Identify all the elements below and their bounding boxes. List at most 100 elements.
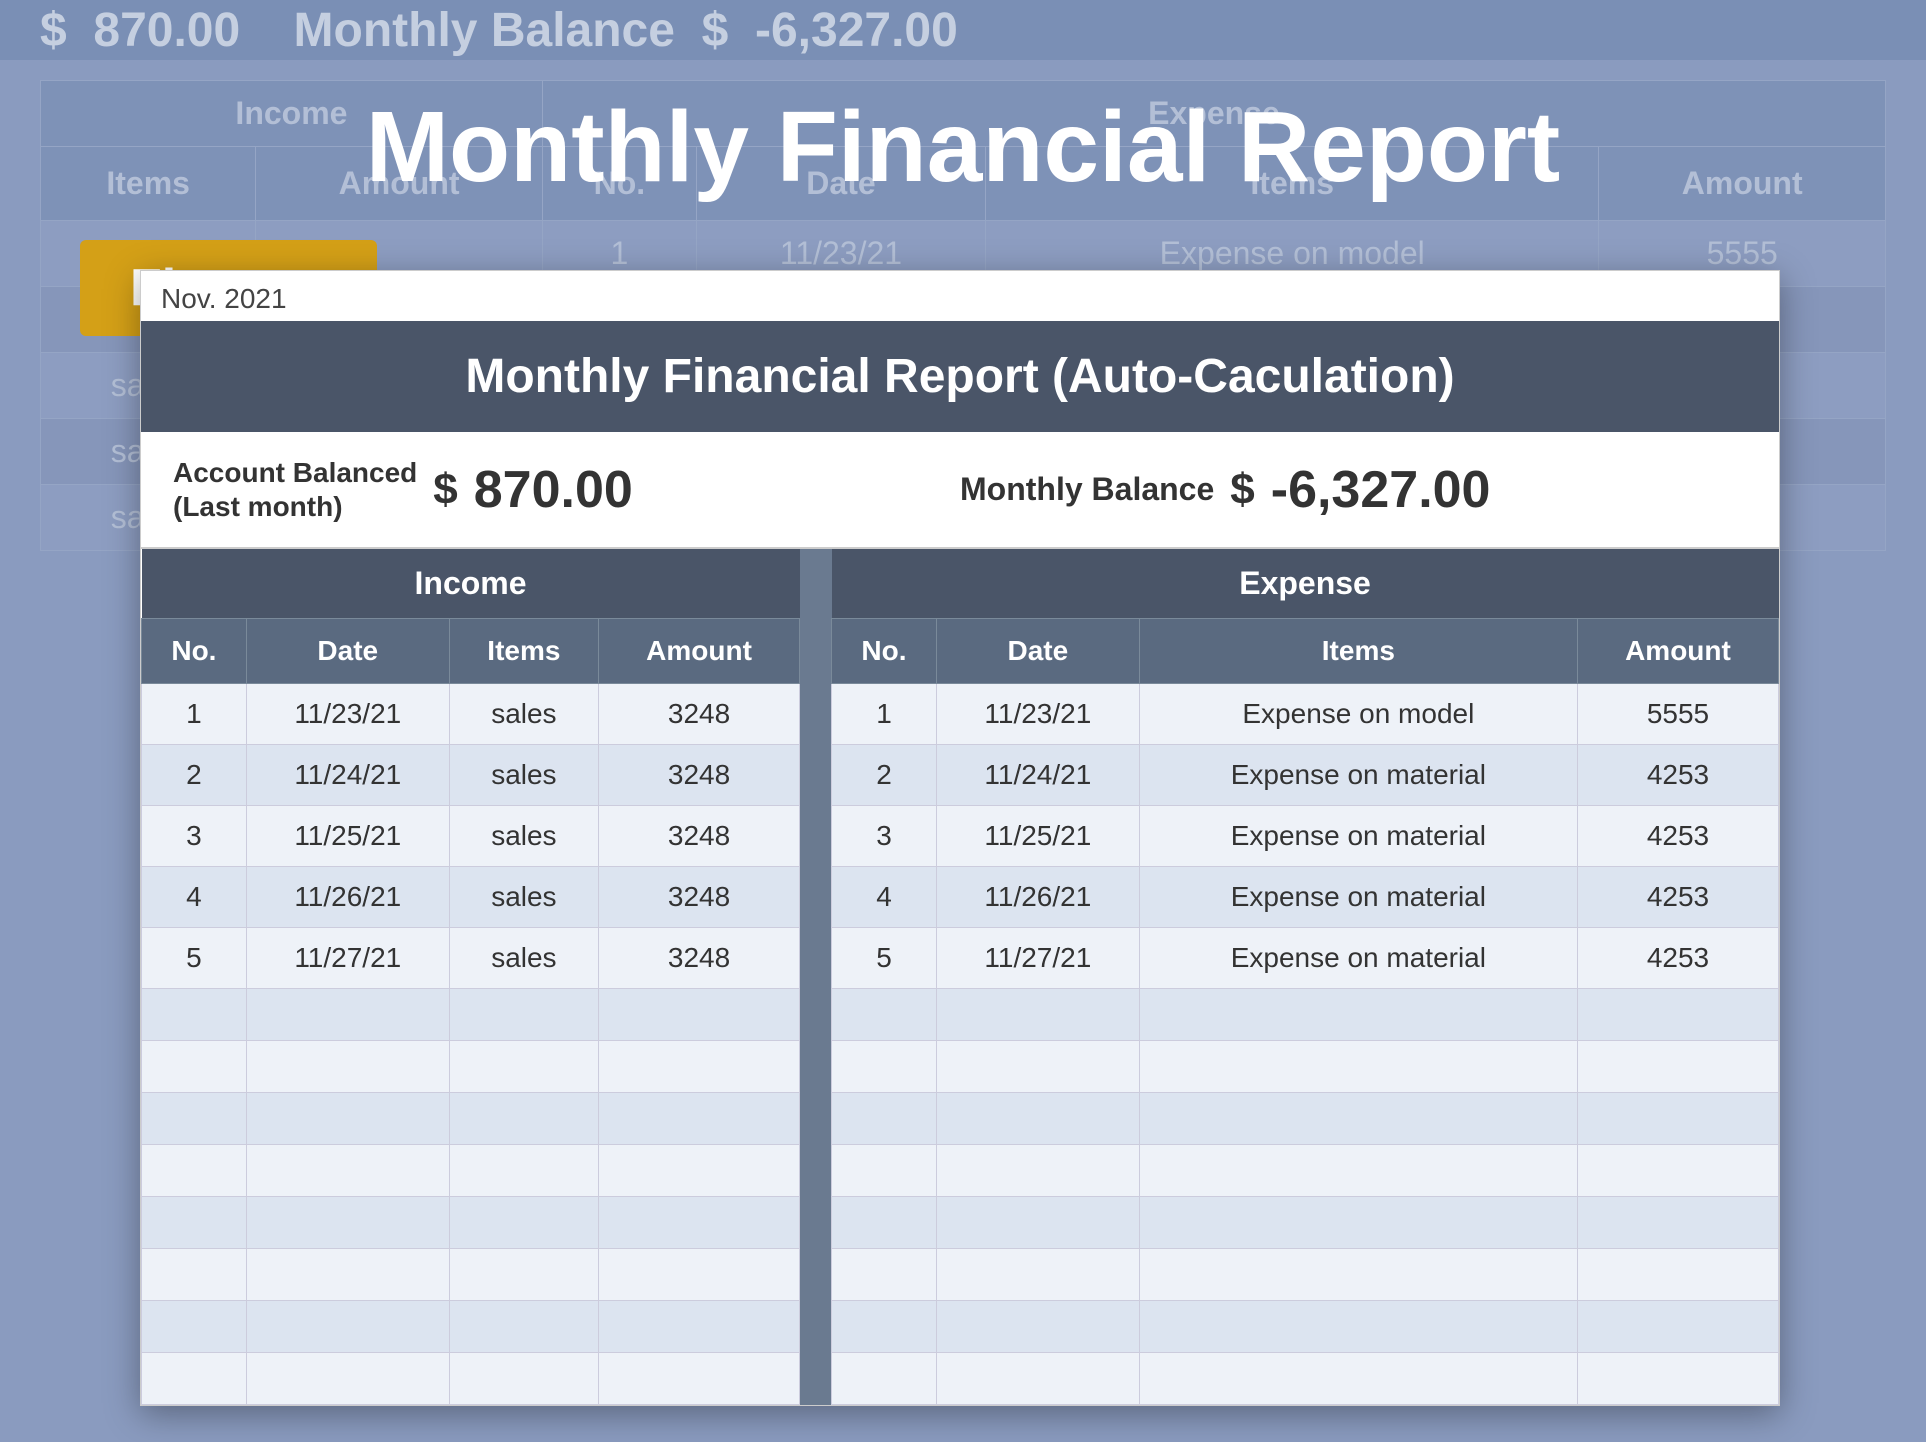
income-date: 11/26/21 [246, 867, 449, 928]
empty-expense-amount [1577, 1301, 1778, 1353]
income-items: sales [449, 684, 598, 745]
account-balance-section: Account Balanced (Last month) $ 870.00 [173, 456, 960, 523]
expense-date: 11/27/21 [936, 928, 1139, 989]
empty-expense-items [1139, 1093, 1577, 1145]
empty-expense-date [936, 1301, 1139, 1353]
expense-no: 4 [832, 867, 937, 928]
expense-no: 5 [832, 928, 937, 989]
income-items: sales [449, 806, 598, 867]
income-items: sales [449, 928, 598, 989]
income-amount: 3248 [599, 806, 800, 867]
empty-income-items [449, 1145, 598, 1197]
income-items-header: Items [449, 619, 598, 684]
empty-income-items [449, 1041, 598, 1093]
expense-date: 11/23/21 [936, 684, 1139, 745]
empty-expense-items [1139, 1145, 1577, 1197]
empty-expense-items [1139, 1301, 1577, 1353]
divider [800, 1145, 832, 1197]
income-no: 4 [142, 867, 247, 928]
empty-expense-items [1139, 989, 1577, 1041]
account-balance-label: Account Balanced (Last month) [173, 456, 417, 523]
empty-income-no [142, 1145, 247, 1197]
divider [800, 1093, 832, 1145]
empty-expense-no [832, 1041, 937, 1093]
income-no: 1 [142, 684, 247, 745]
income-date: 11/24/21 [246, 745, 449, 806]
expense-amount: 4253 [1577, 745, 1778, 806]
empty-expense-no [832, 989, 937, 1041]
expense-items: Expense on material [1139, 806, 1577, 867]
empty-income-no [142, 1249, 247, 1301]
bg-top-bar: $ 870.00 Monthly Balance $ -6,327.00 [0, 0, 1926, 60]
divider [800, 928, 832, 989]
empty-income-no [142, 1093, 247, 1145]
expense-amount: 4253 [1577, 928, 1778, 989]
income-no-header: No. [142, 619, 247, 684]
divider [800, 549, 832, 619]
income-amount-header: Amount [599, 619, 800, 684]
empty-income-amount [599, 1145, 800, 1197]
expense-amount: 5555 [1577, 684, 1778, 745]
income-date: 11/25/21 [246, 806, 449, 867]
empty-income-no [142, 989, 247, 1041]
expense-no: 3 [832, 806, 937, 867]
monthly-dollar: $ [1230, 465, 1254, 515]
table-row [142, 1197, 1779, 1249]
account-dollar: $ [433, 465, 457, 515]
report-date: Nov. 2021 [141, 271, 1779, 321]
income-no: 2 [142, 745, 247, 806]
empty-expense-date [936, 1197, 1139, 1249]
empty-expense-date [936, 1145, 1139, 1197]
empty-expense-amount [1577, 1093, 1778, 1145]
empty-expense-date [936, 1093, 1139, 1145]
income-amount: 3248 [599, 684, 800, 745]
empty-expense-date [936, 1249, 1139, 1301]
empty-expense-no [832, 1093, 937, 1145]
divider [800, 1197, 832, 1249]
report-summary: Account Balanced (Last month) $ 870.00 M… [141, 432, 1779, 549]
empty-income-items [449, 1197, 598, 1249]
table-row [142, 989, 1779, 1041]
divider [800, 989, 832, 1041]
table-row: 2 11/24/21 sales 3248 2 11/24/21 Expense… [142, 745, 1779, 806]
empty-expense-date [936, 1041, 1139, 1093]
expense-amount: 4253 [1577, 806, 1778, 867]
table-row: 5 11/27/21 sales 3248 5 11/27/21 Expense… [142, 928, 1779, 989]
income-amount: 3248 [599, 867, 800, 928]
empty-income-date [246, 1249, 449, 1301]
table-row [142, 1145, 1779, 1197]
expense-items: Expense on material [1139, 867, 1577, 928]
empty-income-no [142, 1041, 247, 1093]
empty-income-amount [599, 1301, 800, 1353]
empty-income-items [449, 989, 598, 1041]
empty-income-date [246, 989, 449, 1041]
empty-income-date [246, 1145, 449, 1197]
table-row [142, 1353, 1779, 1405]
empty-expense-no [832, 1145, 937, 1197]
empty-expense-amount [1577, 1145, 1778, 1197]
empty-income-amount [599, 989, 800, 1041]
expense-date: 11/25/21 [936, 806, 1139, 867]
expense-no: 1 [832, 684, 937, 745]
income-date-header: Date [246, 619, 449, 684]
divider [800, 1249, 832, 1301]
expense-items: Expense on model [1139, 684, 1577, 745]
empty-income-amount [599, 1353, 800, 1405]
empty-income-date [246, 1041, 449, 1093]
divider [800, 684, 832, 745]
empty-expense-amount [1577, 1197, 1778, 1249]
empty-expense-amount [1577, 1353, 1778, 1405]
empty-income-date [246, 1197, 449, 1249]
empty-income-date [246, 1301, 449, 1353]
income-no: 5 [142, 928, 247, 989]
empty-income-date [246, 1093, 449, 1145]
empty-expense-items [1139, 1249, 1577, 1301]
monthly-value: -6,327.00 [1271, 460, 1491, 520]
empty-income-amount [599, 1041, 800, 1093]
empty-expense-items [1139, 1041, 1577, 1093]
expense-no: 2 [832, 745, 937, 806]
empty-income-no [142, 1353, 247, 1405]
income-items: sales [449, 867, 598, 928]
expense-date: 11/26/21 [936, 867, 1139, 928]
empty-income-items [449, 1301, 598, 1353]
